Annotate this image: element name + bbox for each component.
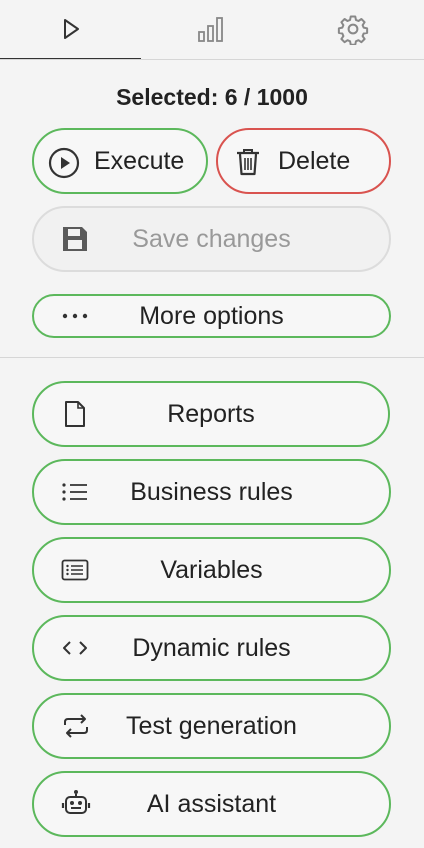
variables-button[interactable]: Variables (32, 537, 391, 603)
section-divider (0, 357, 424, 358)
menu-item-label: Business rules (130, 477, 293, 506)
trash-icon (234, 147, 262, 177)
tab-run[interactable] (0, 0, 141, 58)
menu-item-label: Reports (167, 399, 255, 428)
list-box-icon (61, 559, 89, 581)
menu-item-label: Variables (160, 555, 263, 584)
reports-button[interactable]: Reports (32, 381, 390, 447)
gear-icon (337, 15, 368, 45)
menu-item-label: Dynamic rules (132, 633, 291, 662)
play-circle-icon (48, 147, 80, 179)
delete-button[interactable]: Delete (216, 128, 391, 194)
business-rules-button[interactable]: Business rules (32, 459, 391, 525)
repeat-icon (61, 714, 91, 738)
more-horizontal-icon (62, 312, 88, 320)
play-icon (63, 19, 79, 39)
bar-chart-icon (197, 17, 223, 42)
document-icon (64, 400, 86, 428)
dynamic-rules-button[interactable]: Dynamic rules (32, 615, 391, 681)
execute-label: Execute (94, 146, 185, 175)
code-icon (62, 639, 88, 657)
tab-bar-divider (0, 59, 424, 60)
tab-bar (0, 0, 424, 60)
menu-item-label: Test generation (126, 711, 297, 740)
save-icon (60, 224, 90, 254)
robot-icon (61, 789, 91, 819)
delete-label: Delete (278, 146, 351, 175)
save-changes-button[interactable]: Save changes (32, 206, 391, 272)
test-generation-button[interactable]: Test generation (32, 693, 391, 759)
more-options-label: More options (139, 301, 284, 330)
selection-count: Selected: 6 / 1000 (116, 84, 308, 110)
ai-assistant-button[interactable]: AI assistant (32, 771, 391, 837)
tab-stats[interactable] (141, 0, 282, 58)
save-changes-label: Save changes (132, 224, 291, 253)
more-options-button[interactable]: More options (32, 294, 391, 338)
menu-item-label: AI assistant (146, 789, 277, 818)
list-icon (61, 481, 89, 503)
execute-button[interactable]: Execute (32, 128, 208, 194)
tab-settings[interactable] (282, 0, 423, 58)
